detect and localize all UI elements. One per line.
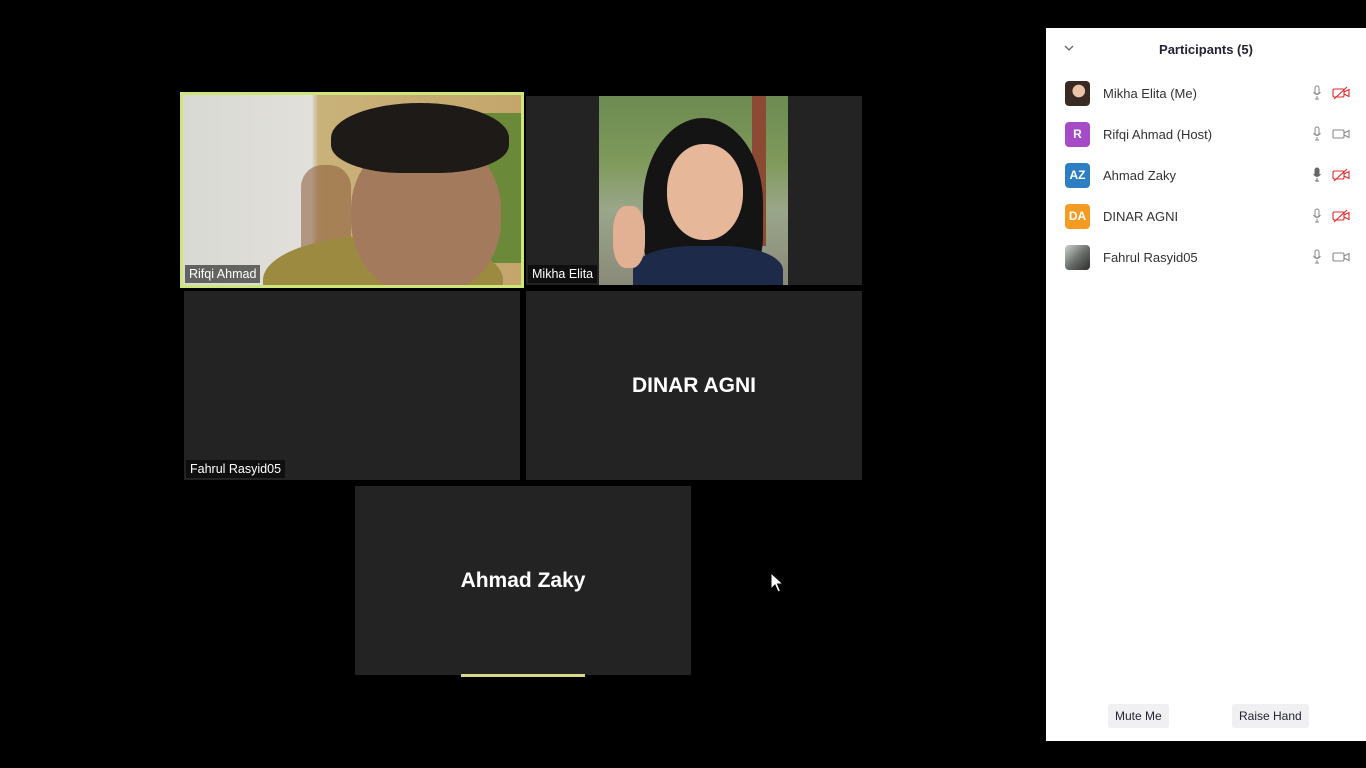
video-tile-rifqi-ahmad[interactable]: Rifqi Ahmad [183, 95, 521, 285]
microphone-muted-icon[interactable] [1312, 167, 1322, 183]
participant-name: Fahrul Rasyid05 [1103, 250, 1198, 265]
video-feed [599, 96, 788, 285]
participant-name: Rifqi Ahmad (Host) [1103, 127, 1213, 142]
microphone-icon[interactable] [1312, 208, 1322, 224]
person-face [667, 144, 743, 240]
avatar: R [1065, 122, 1090, 147]
participant-name: DINAR AGNI [1103, 209, 1179, 224]
video-off-icon[interactable] [1332, 209, 1350, 223]
video-tile-ahmad-zaky[interactable]: Ahmad Zaky [355, 486, 691, 675]
mouse-cursor-icon [770, 572, 784, 593]
participant-name: Mikha Elita (Me) [1103, 86, 1197, 101]
speaking-indicator [461, 674, 585, 677]
video-tile-fahrul-rasyid05[interactable]: Fahrul Rasyid05 [184, 291, 520, 480]
participant-row[interactable]: R Rifqi Ahmad (Host) [1046, 114, 1366, 155]
microphone-icon[interactable] [1312, 85, 1322, 101]
microphone-icon[interactable] [1312, 249, 1322, 265]
peace-sign-hand [613, 206, 645, 268]
avatar [1065, 245, 1090, 270]
avatar [1065, 81, 1090, 106]
tile-name-tag: Mikha Elita [528, 265, 598, 283]
mute-me-button[interactable]: Mute Me [1108, 704, 1169, 728]
raise-hand-button[interactable]: Raise Hand [1232, 704, 1309, 728]
video-tile-dinar-agni[interactable]: DINAR AGNI [526, 291, 862, 480]
panel-title: Participants (5) [1159, 42, 1253, 57]
video-off-icon[interactable] [1332, 168, 1350, 182]
video-camera-icon[interactable] [1332, 127, 1350, 141]
participant-row[interactable]: Mikha Elita (Me) [1046, 73, 1366, 114]
video-off-icon[interactable] [1332, 86, 1350, 100]
person-hair [331, 103, 509, 173]
avatar: AZ [1065, 163, 1090, 188]
panel-header: Participants (5) [1046, 28, 1366, 72]
video-tile-mikha-elita[interactable]: Mikha Elita [526, 96, 862, 285]
participant-row[interactable]: AZ Ahmad Zaky [1046, 155, 1366, 196]
video-camera-icon[interactable] [1332, 250, 1350, 264]
tile-name-tag: Fahrul Rasyid05 [186, 460, 286, 478]
tile-center-name: Ahmad Zaky [460, 568, 586, 592]
participant-row[interactable]: DA DINAR AGNI [1046, 196, 1366, 237]
person-shirt [633, 246, 783, 285]
participant-row[interactable]: Fahrul Rasyid05 [1046, 237, 1366, 278]
tile-center-name: DINAR AGNI [631, 373, 757, 397]
avatar: DA [1065, 204, 1090, 229]
participants-panel: Participants (5) Mikha Elita (Me) R Rifq… [1046, 28, 1366, 741]
microphone-icon[interactable] [1312, 126, 1322, 142]
participant-name: Ahmad Zaky [1103, 168, 1176, 183]
tile-name-tag: Rifqi Ahmad [185, 265, 261, 283]
